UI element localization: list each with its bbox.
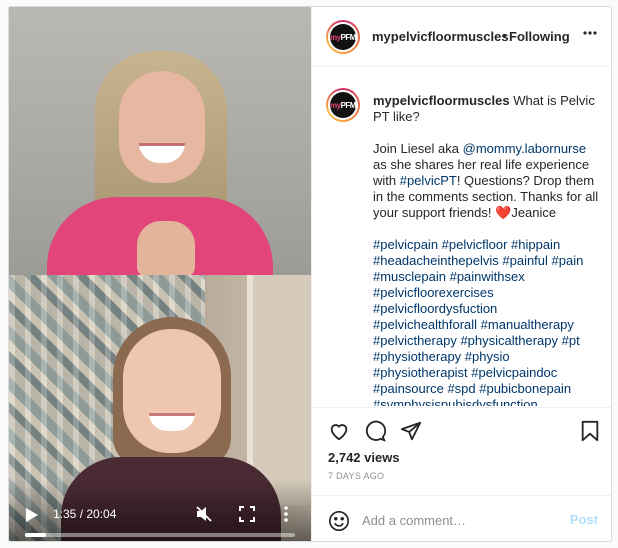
avatar[interactable]: my PFM [326, 20, 360, 54]
avatar-logo-a: my [330, 32, 341, 42]
video-player[interactable]: 1:35 / 20:04 [9, 7, 311, 541]
post-actions: 2,742 views 7 DAYS AGO [312, 407, 611, 507]
play-icon[interactable] [25, 507, 39, 523]
avatar-logo-b: PFM [340, 32, 357, 42]
caption-avatar[interactable]: my PFM [326, 88, 360, 122]
comment-input[interactable] [362, 510, 562, 530]
paper-plane-icon[interactable] [400, 420, 422, 442]
duration: 20:04 [86, 507, 117, 521]
fullscreen-icon[interactable] [239, 506, 255, 522]
vertical-ellipsis-icon[interactable] [283, 506, 289, 522]
video-progress-bar[interactable] [25, 533, 295, 537]
post-comment-button[interactable]: Post [570, 512, 598, 527]
post-timestamp[interactable]: 7 DAYS AGO [328, 471, 384, 481]
speech-bubble-icon[interactable] [364, 420, 386, 442]
video-progress-fill [25, 533, 47, 537]
bookmark-icon[interactable] [580, 420, 600, 442]
follow-separator: • [502, 28, 507, 43]
speaker-muted-icon[interactable] [195, 505, 213, 523]
post-caption: mypelvicfloormuscles What is Pelvic PT l… [373, 93, 599, 406]
video-time: 1:35 / 20:04 [53, 507, 116, 521]
video-controls: 1:35 / 20:04 [9, 479, 311, 541]
caption-signoff: Jeanice [511, 205, 557, 220]
caption-username[interactable]: mypelvicfloormuscles [373, 93, 510, 108]
heart-emoji-icon: ❤️ [495, 205, 512, 220]
caption-avatar-logo-a: my [330, 100, 341, 110]
comments-area[interactable]: my PFM mypelvicfloormuscles What is Pelvi… [312, 68, 611, 406]
current-time: 1:35 [53, 507, 77, 521]
post-side-panel: my PFM mypelvicfloormuscles • Following m… [311, 7, 611, 541]
mention-link[interactable]: @mommy.labornurse [463, 141, 587, 156]
video-feed-top [9, 7, 311, 275]
post-header: my PFM mypelvicfloormuscles • Following [312, 7, 611, 67]
ellipsis-icon[interactable] [583, 31, 597, 35]
hashtag-link[interactable]: #pelvicPT [400, 173, 457, 188]
caption-avatar-logo-b: PFM [340, 100, 357, 110]
account-username[interactable]: mypelvicfloormuscles [372, 29, 509, 44]
view-count[interactable]: 2,742 views [328, 450, 400, 465]
instagram-post: 1:35 / 20:04 myPFM mypelvicfloormuscles [8, 6, 612, 542]
add-comment-bar: Post [312, 495, 611, 541]
caption-body-1: Join Liesel aka [373, 141, 463, 156]
hashtag-list[interactable]: #pelvicpain #pelvicfloor #hippain #heada… [373, 237, 599, 406]
smiley-icon[interactable] [328, 510, 350, 532]
following-button[interactable]: Following [509, 29, 570, 44]
time-separator: / [76, 507, 87, 521]
heart-icon[interactable] [328, 420, 350, 442]
